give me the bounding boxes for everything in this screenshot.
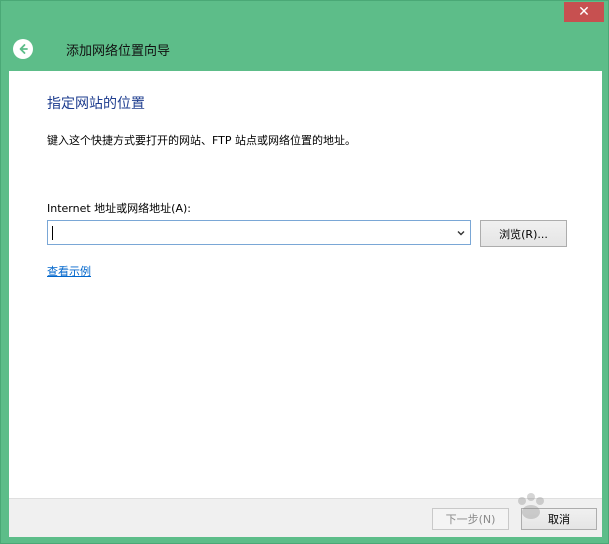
chevron-down-icon[interactable] bbox=[455, 227, 467, 239]
page-description: 键入这个快捷方式要打开的网站、FTP 站点或网络位置的地址。 bbox=[47, 134, 356, 147]
address-label: Internet 地址或网络地址(A): bbox=[47, 202, 191, 215]
wizard-content: 指定网站的位置 键入这个快捷方式要打开的网站、FTP 站点或网络位置的地址。 I… bbox=[9, 71, 602, 498]
wizard-title: 添加网络位置向导 bbox=[66, 44, 171, 59]
view-examples-link[interactable]: 查看示例 bbox=[47, 263, 91, 279]
browse-button[interactable]: 浏览(R)... bbox=[480, 220, 567, 247]
close-button[interactable]: ✕ bbox=[564, 2, 604, 22]
wizard-window: ✕ 添加网络位置向导 指定网站的位置 键入这个快捷方式要打开的网站、FTP 站点… bbox=[0, 0, 609, 544]
back-arrow-icon bbox=[19, 44, 28, 54]
next-button[interactable]: 下一步(N) bbox=[432, 508, 509, 530]
cancel-button[interactable]: 取消 bbox=[521, 508, 597, 530]
wizard-footer: 下一步(N) 取消 bbox=[9, 498, 602, 537]
address-combobox[interactable] bbox=[47, 220, 471, 245]
close-icon: ✕ bbox=[578, 4, 590, 20]
text-caret bbox=[52, 226, 53, 240]
page-heading: 指定网站的位置 bbox=[47, 96, 145, 112]
back-button[interactable] bbox=[13, 39, 33, 59]
